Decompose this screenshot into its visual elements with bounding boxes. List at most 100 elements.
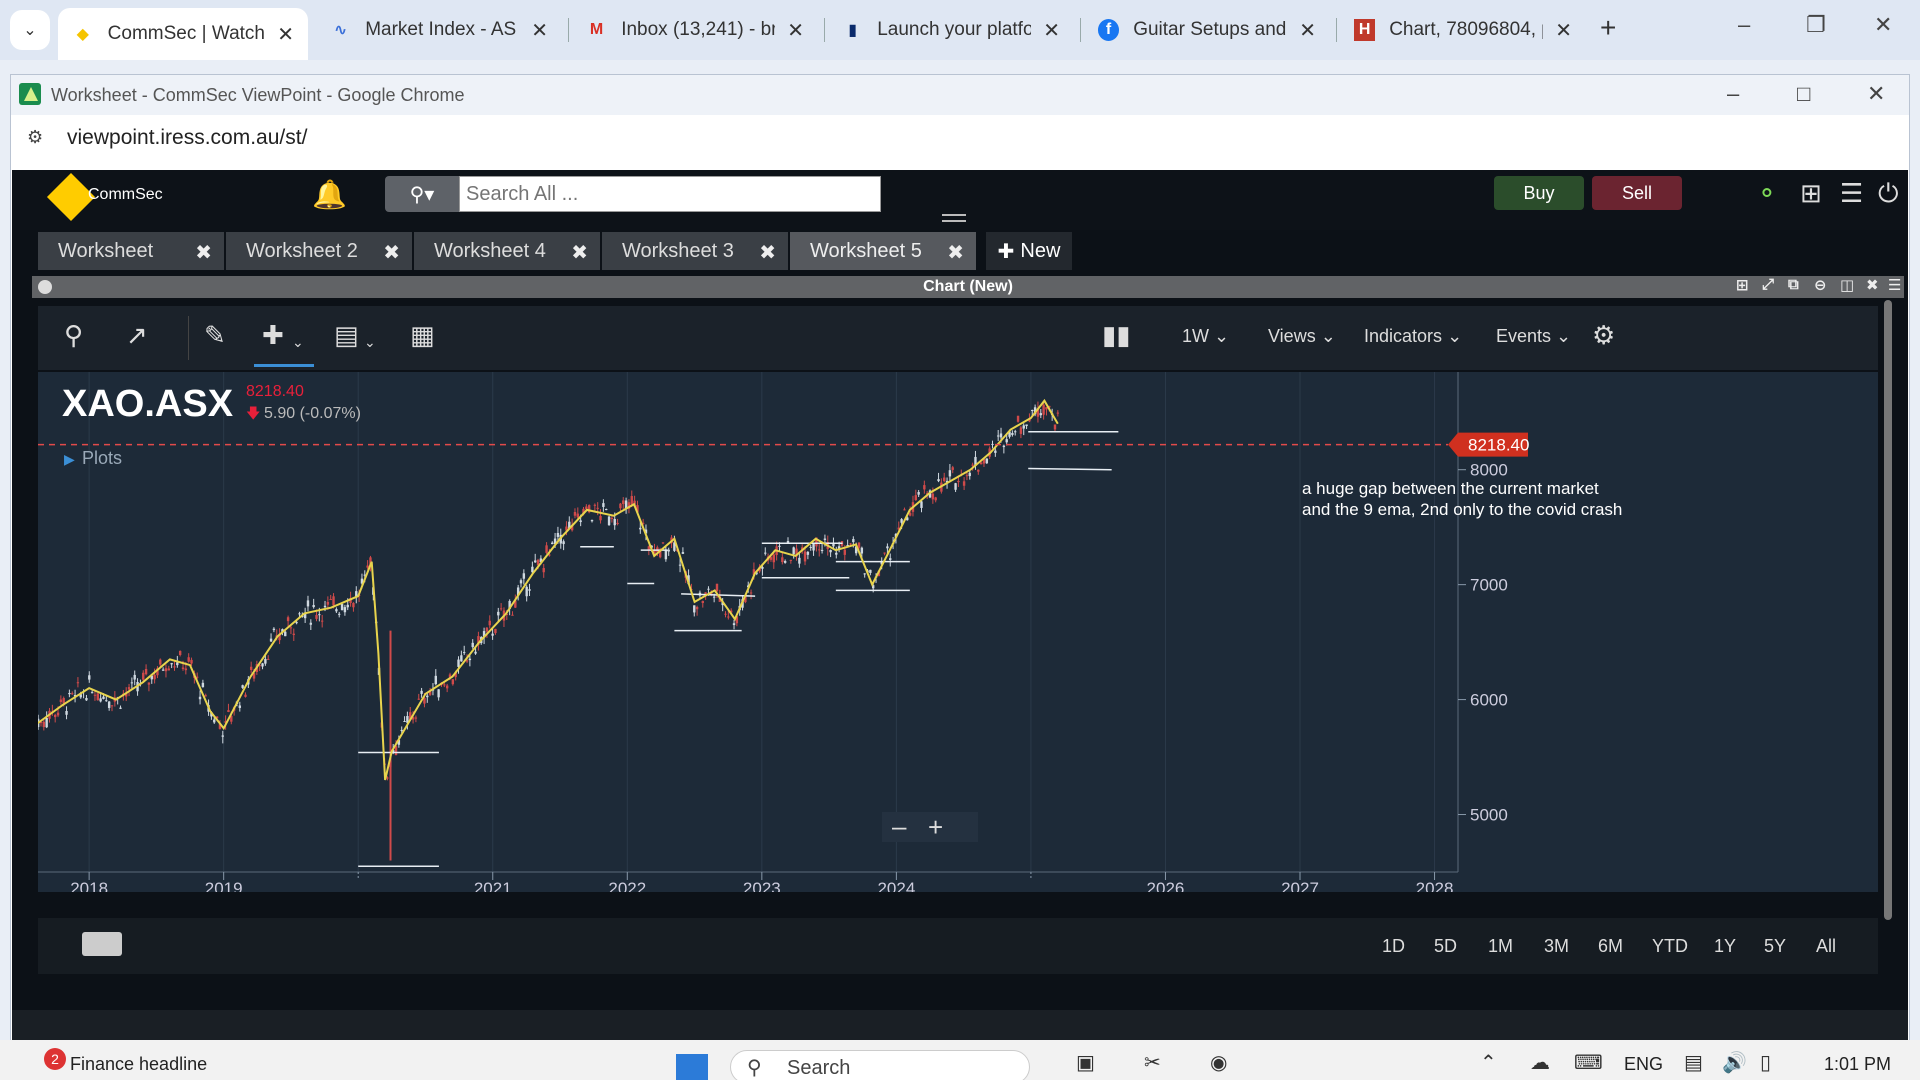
close-tab-icon[interactable]: ✕ <box>1043 18 1060 43</box>
popup-maximize-icon[interactable]: □ <box>1797 81 1810 107</box>
minimize-icon[interactable]: – <box>1738 12 1750 38</box>
expand-arrow-icon[interactable]: ▶ <box>64 451 75 467</box>
close-tab-icon[interactable]: ✕ <box>787 18 804 43</box>
keyboard-icon[interactable] <box>82 932 122 956</box>
indicators-dropdown[interactable]: Indicators ⌄ <box>1364 326 1462 347</box>
battery-icon[interactable]: ▯ <box>1760 1050 1771 1075</box>
close-tab-icon[interactable]: ✖ <box>383 240 400 265</box>
zoom-in-button[interactable]: + <box>928 812 943 842</box>
price-chart[interactable]: 8218.40 5000600070008000 201820192020202… <box>38 372 1878 892</box>
restore-icon[interactable]: ❐ <box>1806 12 1826 38</box>
address-bar[interactable]: ⚙ viewpoint.iress.com.au/st/ <box>11 115 1909 161</box>
chevron-down-icon[interactable]: ⌄ <box>292 334 304 351</box>
range-1d[interactable]: 1D <box>1382 936 1405 957</box>
volume-icon[interactable]: 🔊 <box>1722 1050 1747 1075</box>
browser-tab-commsec[interactable]: ◆ CommSec | Watchl ✕ <box>58 8 308 60</box>
chrome-icon[interactable]: ◉ <box>1210 1050 1227 1075</box>
chevron-down-icon[interactable]: ⌄ <box>364 334 376 351</box>
pencil-icon[interactable]: ✎ <box>204 320 226 351</box>
browser-tab-gmail[interactable]: M Inbox (13,241) - br ✕ <box>572 8 818 52</box>
network-icon[interactable]: ▤ <box>1684 1050 1703 1075</box>
panel-minimize-icon[interactable]: ⊖ <box>1814 276 1827 294</box>
panel-popout-icon[interactable]: ⧉ <box>1788 276 1799 293</box>
snipping-tool-icon[interactable]: ✂ <box>1144 1050 1161 1075</box>
panel-menu-icon[interactable]: ☰ <box>1888 276 1901 294</box>
tab-worksheet-2[interactable]: Worksheet 2 ✖ <box>226 232 412 270</box>
panel-expand-icon[interactable]: ⤢ <box>1762 276 1774 293</box>
clock-time[interactable]: 1:01 PM <box>1824 1054 1891 1075</box>
tab-search-chevron-icon[interactable]: ⌄ <box>10 10 50 50</box>
drag-handle[interactable] <box>942 214 966 222</box>
sell-button[interactable]: Sell <box>1592 176 1682 210</box>
chart-scrollbar[interactable] <box>1884 300 1892 920</box>
tab-worksheet-3[interactable]: Worksheet 3 ✖ <box>602 232 788 270</box>
browser-tab-market-index[interactable]: ∿ Market Index - AS ✕ <box>316 8 562 52</box>
tab-worksheet-5[interactable]: Worksheet 5 ✖ <box>790 232 976 270</box>
candle-body <box>585 506 588 510</box>
interval-dropdown[interactable]: 1W ⌄ <box>1182 326 1229 347</box>
close-tab-icon[interactable]: ✕ <box>1555 18 1572 43</box>
cloud-icon[interactable]: ☁ <box>1530 1050 1550 1075</box>
add-study-icon[interactable]: ↗ <box>126 320 148 351</box>
annotation-icon[interactable]: ▤ <box>334 320 359 351</box>
range-6m[interactable]: 6M <box>1598 936 1623 957</box>
crosshair-icon[interactable]: ✚ <box>262 320 284 351</box>
close-tab-icon[interactable]: ✕ <box>277 22 294 47</box>
range-1m[interactable]: 1M <box>1488 936 1513 957</box>
new-tab-button[interactable]: + <box>1600 12 1616 44</box>
gear-icon[interactable]: ⚙ <box>1592 320 1615 351</box>
panel-status-icon[interactable] <box>38 280 52 294</box>
views-dropdown[interactable]: Views ⌄ <box>1268 326 1336 347</box>
range-all[interactable]: All <box>1816 936 1836 957</box>
plots-toggle[interactable]: Plots <box>82 448 122 468</box>
power-icon[interactable]: ⏻ <box>1878 178 1899 210</box>
panel-close-icon[interactable]: ✖ <box>1866 276 1879 294</box>
close-tab-icon[interactable]: ✖ <box>947 240 964 265</box>
new-worksheet-button[interactable]: ✚ New <box>986 232 1072 270</box>
task-view-icon[interactable]: ▣ <box>1076 1050 1095 1075</box>
popup-close-icon[interactable]: ✕ <box>1867 81 1885 107</box>
range-ytd[interactable]: YTD <box>1652 936 1688 957</box>
popup-minimize-icon[interactable]: – <box>1727 81 1739 107</box>
language-indicator[interactable]: ENG <box>1624 1054 1663 1075</box>
candlestick-icon[interactable]: ▮▮ <box>1102 320 1131 351</box>
close-tab-icon[interactable]: ✕ <box>531 18 548 43</box>
keyboard-tray-icon[interactable]: ⌨ <box>1574 1050 1603 1075</box>
add-panel-icon[interactable]: ⊞ <box>1800 178 1822 209</box>
range-5y[interactable]: 5Y <box>1764 936 1786 957</box>
buy-button[interactable]: Buy <box>1494 176 1584 210</box>
bell-icon[interactable]: 🔔 <box>312 178 347 211</box>
search-icon[interactable]: ⚲ <box>64 320 83 351</box>
tab-worksheet[interactable]: Worksheet ✖ <box>38 232 224 270</box>
panel-add-icon[interactable]: ⊞ <box>1736 276 1749 294</box>
news-widget[interactable]: Finance headline <box>70 1054 207 1075</box>
tab-worksheet-4[interactable]: Worksheet 4 ✖ <box>414 232 600 270</box>
taskbar-search[interactable]: ⚲ Search <box>730 1050 1030 1080</box>
range-1y[interactable]: 1Y <box>1714 936 1736 957</box>
close-tab-icon[interactable]: ✖ <box>759 240 776 265</box>
candle-body <box>999 433 1003 438</box>
candle-body <box>996 435 1000 437</box>
windows-start-icon[interactable] <box>676 1054 708 1080</box>
browser-tab-platform[interactable]: ▮ Launch your platfo ✕ <box>828 8 1074 52</box>
range-5d[interactable]: 5D <box>1434 936 1457 957</box>
search-scope-button[interactable]: ⚲ ▾ <box>385 176 459 212</box>
events-dropdown[interactable]: Events ⌄ <box>1496 326 1571 347</box>
candle-body <box>289 627 293 629</box>
range-3m[interactable]: 3M <box>1544 936 1569 957</box>
browser-tab-facebook[interactable]: f Guitar Setups and ✕ <box>1084 8 1330 52</box>
panel-split-icon[interactable]: ◫ <box>1840 276 1854 294</box>
close-tab-icon[interactable]: ✖ <box>571 240 588 265</box>
zoom-out-button[interactable]: – <box>892 811 907 841</box>
lightbulb-icon[interactable]: ⚬ <box>1756 178 1778 209</box>
close-tab-icon[interactable]: ✖ <box>195 240 212 265</box>
chevron-up-icon[interactable]: ⌃ <box>1480 1050 1497 1075</box>
close-tab-icon[interactable]: ✕ <box>1299 18 1316 43</box>
browser-tab-chart[interactable]: H Chart, 78096804, p ✕ <box>1340 8 1586 52</box>
menu-icon[interactable]: ☰ <box>1840 178 1863 209</box>
candle-body <box>417 698 420 700</box>
table-icon[interactable]: ▦ <box>410 320 435 351</box>
close-window-icon[interactable]: ✕ <box>1874 12 1892 38</box>
search-input[interactable] <box>459 176 881 212</box>
site-settings-icon[interactable]: ⚙ <box>27 127 43 148</box>
